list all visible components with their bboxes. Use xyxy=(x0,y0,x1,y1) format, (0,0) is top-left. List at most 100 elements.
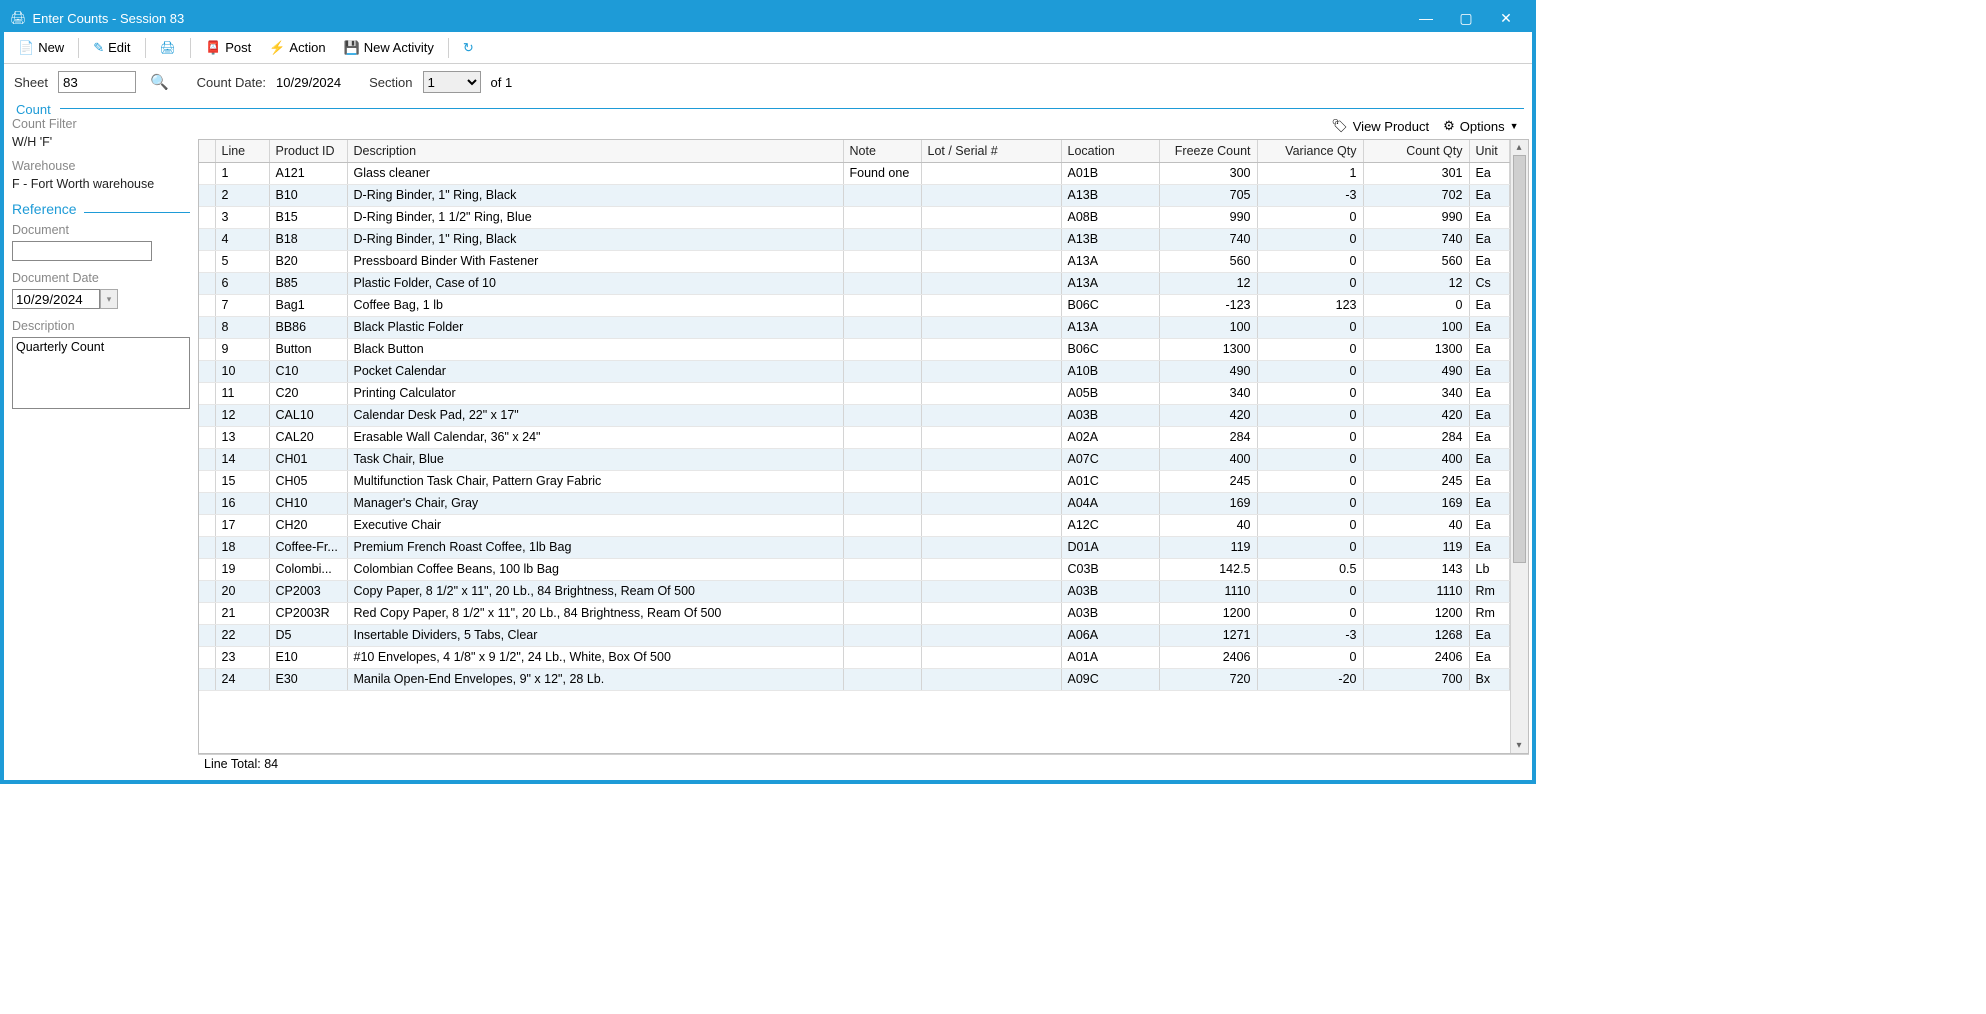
cell-line[interactable]: 16 xyxy=(215,492,269,514)
cell-count[interactable]: 400 xyxy=(1363,448,1469,470)
cell-variance[interactable]: 0 xyxy=(1257,250,1363,272)
cell-freeze[interactable]: 420 xyxy=(1159,404,1257,426)
cell-unit[interactable]: Ea xyxy=(1469,470,1509,492)
cell-count[interactable]: 40 xyxy=(1363,514,1469,536)
cell-product-id[interactable]: CH05 xyxy=(269,470,347,492)
cell-description[interactable]: Coffee Bag, 1 lb xyxy=(347,294,843,316)
cell-line[interactable]: 2 xyxy=(215,184,269,206)
cell-note[interactable] xyxy=(843,250,921,272)
cell-count[interactable]: 1110 xyxy=(1363,580,1469,602)
cell-unit[interactable]: Ea xyxy=(1469,250,1509,272)
cell-variance[interactable]: 0.5 xyxy=(1257,558,1363,580)
cell-unit[interactable]: Rm xyxy=(1469,580,1509,602)
cell-line[interactable]: 8 xyxy=(215,316,269,338)
cell-note[interactable] xyxy=(843,426,921,448)
cell-product-id[interactable]: CH10 xyxy=(269,492,347,514)
maximize-button[interactable]: ▢ xyxy=(1446,6,1486,30)
cell-product-id[interactable]: CH20 xyxy=(269,514,347,536)
cell-line[interactable]: 24 xyxy=(215,668,269,690)
table-row[interactable]: 1A121Glass cleanerFound oneA01B3001301Ea xyxy=(199,162,1509,184)
col-line[interactable]: Line xyxy=(215,140,269,162)
cell-location[interactable]: A04A xyxy=(1061,492,1159,514)
cell-freeze[interactable]: 1110 xyxy=(1159,580,1257,602)
cell-line[interactable]: 3 xyxy=(215,206,269,228)
cell-lot[interactable] xyxy=(921,492,1061,514)
cell-variance[interactable]: 0 xyxy=(1257,492,1363,514)
cell-freeze[interactable]: 1300 xyxy=(1159,338,1257,360)
action-button[interactable]: ⚡Action xyxy=(261,37,333,59)
cell-line[interactable]: 11 xyxy=(215,382,269,404)
row-selector[interactable] xyxy=(199,470,215,492)
cell-count[interactable]: 169 xyxy=(1363,492,1469,514)
cell-product-id[interactable]: CP2003R xyxy=(269,602,347,624)
doc-date-input[interactable] xyxy=(12,289,100,309)
cell-variance[interactable]: 0 xyxy=(1257,404,1363,426)
cell-note[interactable] xyxy=(843,206,921,228)
cell-note[interactable] xyxy=(843,272,921,294)
date-dropdown-button[interactable]: ▾ xyxy=(100,289,118,309)
col-selector[interactable] xyxy=(199,140,215,162)
row-selector[interactable] xyxy=(199,426,215,448)
cell-description[interactable]: Black Plastic Folder xyxy=(347,316,843,338)
view-product-button[interactable]: 🏷View Product xyxy=(1331,118,1429,134)
cell-variance[interactable]: 0 xyxy=(1257,536,1363,558)
cell-count[interactable]: 1200 xyxy=(1363,602,1469,624)
cell-variance[interactable]: 0 xyxy=(1257,206,1363,228)
cell-product-id[interactable]: C20 xyxy=(269,382,347,404)
cell-unit[interactable]: Ea xyxy=(1469,338,1509,360)
cell-line[interactable]: 20 xyxy=(215,580,269,602)
cell-description[interactable]: Colombian Coffee Beans, 100 lb Bag xyxy=(347,558,843,580)
cell-location[interactable]: A13B xyxy=(1061,184,1159,206)
col-unit[interactable]: Unit xyxy=(1469,140,1509,162)
cell-count[interactable]: 990 xyxy=(1363,206,1469,228)
cell-count[interactable]: 301 xyxy=(1363,162,1469,184)
refresh-button[interactable]: ↻ xyxy=(455,37,482,59)
cell-variance[interactable]: 0 xyxy=(1257,272,1363,294)
cell-unit[interactable]: Ea xyxy=(1469,360,1509,382)
cell-product-id[interactable]: Button xyxy=(269,338,347,360)
cell-freeze[interactable]: 1271 xyxy=(1159,624,1257,646)
cell-location[interactable]: A03B xyxy=(1061,602,1159,624)
cell-variance[interactable]: 0 xyxy=(1257,646,1363,668)
cell-lot[interactable] xyxy=(921,514,1061,536)
cell-count[interactable]: 740 xyxy=(1363,228,1469,250)
cell-freeze[interactable]: 560 xyxy=(1159,250,1257,272)
cell-location[interactable]: A13A xyxy=(1061,272,1159,294)
print-button[interactable]: 🖨 xyxy=(152,37,185,59)
table-row[interactable]: 16CH10Manager's Chair, GrayA04A1690169Ea xyxy=(199,492,1509,514)
cell-note[interactable] xyxy=(843,360,921,382)
cell-freeze[interactable]: 142.5 xyxy=(1159,558,1257,580)
cell-line[interactable]: 7 xyxy=(215,294,269,316)
cell-product-id[interactable]: CP2003 xyxy=(269,580,347,602)
cell-freeze[interactable]: 300 xyxy=(1159,162,1257,184)
cell-note[interactable] xyxy=(843,624,921,646)
row-selector[interactable] xyxy=(199,514,215,536)
minimize-button[interactable]: — xyxy=(1406,6,1446,30)
cell-unit[interactable]: Ea xyxy=(1469,426,1509,448)
row-selector[interactable] xyxy=(199,580,215,602)
cell-description[interactable]: D-Ring Binder, 1" Ring, Black xyxy=(347,184,843,206)
cell-lot[interactable] xyxy=(921,360,1061,382)
cell-lot[interactable] xyxy=(921,470,1061,492)
cell-unit[interactable]: Ea xyxy=(1469,404,1509,426)
cell-count[interactable]: 1300 xyxy=(1363,338,1469,360)
cell-lot[interactable] xyxy=(921,580,1061,602)
row-selector[interactable] xyxy=(199,536,215,558)
col-lot[interactable]: Lot / Serial # xyxy=(921,140,1061,162)
cell-product-id[interactable]: CAL10 xyxy=(269,404,347,426)
cell-variance[interactable]: 0 xyxy=(1257,470,1363,492)
cell-description[interactable]: D-Ring Binder, 1 1/2" Ring, Blue xyxy=(347,206,843,228)
cell-description[interactable]: Copy Paper, 8 1/2" x 11", 20 Lb., 84 Bri… xyxy=(347,580,843,602)
cell-product-id[interactable]: Colombi... xyxy=(269,558,347,580)
cell-count[interactable]: 119 xyxy=(1363,536,1469,558)
cell-variance[interactable]: 0 xyxy=(1257,316,1363,338)
cell-product-id[interactable]: Coffee-Fr... xyxy=(269,536,347,558)
cell-lot[interactable] xyxy=(921,250,1061,272)
cell-description[interactable]: Premium French Roast Coffee, 1lb Bag xyxy=(347,536,843,558)
cell-freeze[interactable]: 490 xyxy=(1159,360,1257,382)
cell-variance[interactable]: 0 xyxy=(1257,448,1363,470)
cell-lot[interactable] xyxy=(921,338,1061,360)
cell-location[interactable]: B06C xyxy=(1061,294,1159,316)
col-freeze[interactable]: Freeze Count xyxy=(1159,140,1257,162)
row-selector[interactable] xyxy=(199,250,215,272)
